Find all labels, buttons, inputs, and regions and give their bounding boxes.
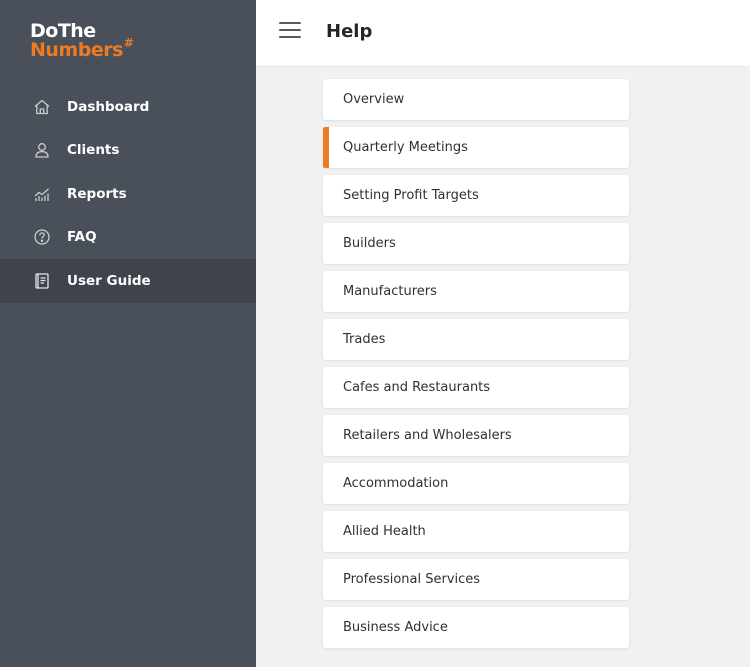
brand-logo[interactable]: DoThe Numbers#: [30, 22, 134, 61]
user-icon: [33, 141, 51, 159]
logo-text-line2: Numbers#: [30, 36, 134, 61]
page-title: Help: [326, 21, 373, 42]
sidebar-item-user-guide[interactable]: User Guide: [0, 259, 256, 303]
home-icon: [33, 98, 51, 116]
help-topic-list: Overview Quarterly Meetings Setting Prof…: [323, 79, 629, 655]
book-icon: [33, 272, 51, 290]
help-item-business-advice[interactable]: Business Advice: [323, 607, 629, 648]
help-item-manufacturers[interactable]: Manufacturers: [323, 271, 629, 312]
sidebar-nav: Dashboard Clients Reports FAQ User Guide: [0, 85, 256, 303]
help-item-overview[interactable]: Overview: [323, 79, 629, 120]
help-item-setting-profit-targets[interactable]: Setting Profit Targets: [323, 175, 629, 216]
help-item-quarterly-meetings[interactable]: Quarterly Meetings: [323, 127, 629, 168]
chart-icon: [33, 185, 51, 203]
help-item-cafes-and-restaurants[interactable]: Cafes and Restaurants: [323, 367, 629, 408]
sidebar-item-label: Dashboard: [67, 98, 150, 115]
top-bar: Help: [256, 0, 750, 67]
help-item-trades[interactable]: Trades: [323, 319, 629, 360]
help-item-accommodation[interactable]: Accommodation: [323, 463, 629, 504]
logo-hash: #: [123, 36, 134, 50]
sidebar: DoThe Numbers# Dashboard Clients Reports…: [0, 0, 256, 667]
sidebar-item-dashboard[interactable]: Dashboard: [0, 85, 256, 129]
sidebar-item-clients[interactable]: Clients: [0, 129, 256, 173]
sidebar-item-label: Reports: [67, 185, 127, 202]
help-item-retailers-and-wholesalers[interactable]: Retailers and Wholesalers: [323, 415, 629, 456]
help-item-professional-services[interactable]: Professional Services: [323, 559, 629, 600]
sidebar-item-reports[interactable]: Reports: [0, 172, 256, 216]
sidebar-item-faq[interactable]: FAQ: [0, 216, 256, 260]
sidebar-item-label: Clients: [67, 142, 120, 159]
sidebar-item-label: FAQ: [67, 229, 97, 246]
help-item-builders[interactable]: Builders: [323, 223, 629, 264]
sidebar-item-label: User Guide: [67, 272, 151, 289]
help-item-allied-health[interactable]: Allied Health: [323, 511, 629, 552]
hamburger-icon[interactable]: [279, 22, 301, 40]
question-icon: [33, 228, 51, 246]
